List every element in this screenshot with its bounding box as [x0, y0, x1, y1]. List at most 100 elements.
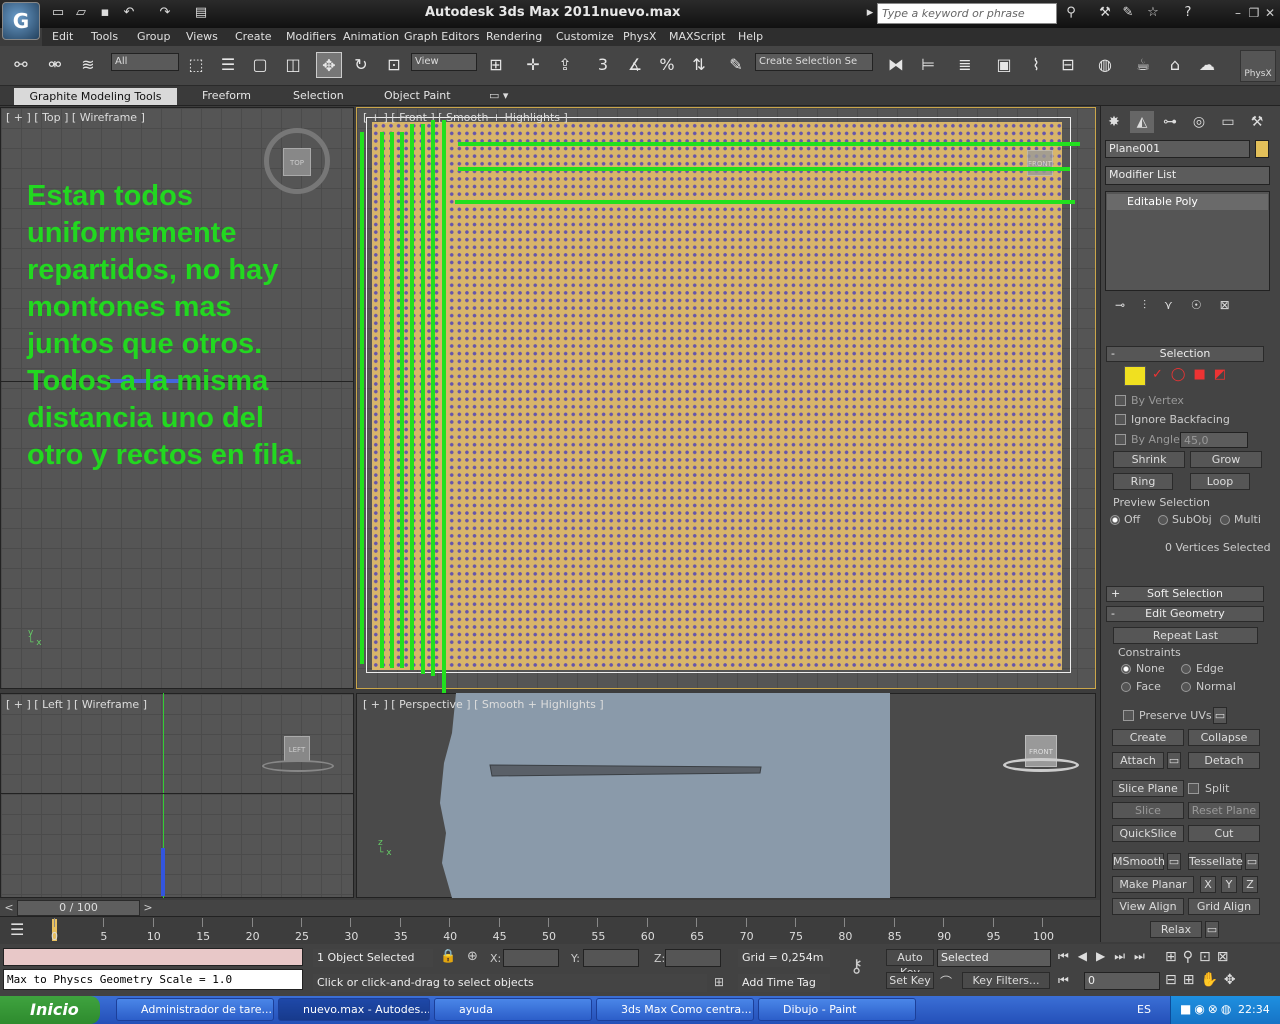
attach-settings-icon[interactable]: ▭ — [1167, 752, 1181, 769]
x-coord-field[interactable] — [503, 949, 559, 967]
render-setup-icon[interactable]: ☕ — [1130, 52, 1156, 78]
current-frame-field[interactable]: 0 — [1084, 972, 1160, 990]
viewport-left[interactable] — [0, 693, 354, 898]
select-object-icon[interactable]: ⬚ — [183, 52, 209, 78]
preserve-uvs-checkbox[interactable] — [1123, 710, 1134, 721]
add-time-tag-icon[interactable]: ⊞ — [714, 975, 724, 989]
display-panel-icon[interactable]: ▭ — [1216, 111, 1240, 133]
tab-freeform[interactable]: Freeform — [202, 89, 251, 102]
schematic-view-icon[interactable]: ⊟ — [1055, 52, 1081, 78]
tray-icons[interactable]: ■◉⊗◍ — [1180, 1002, 1234, 1016]
viewcube-front-icon[interactable]: FRONT — [1027, 150, 1053, 176]
redo-icon[interactable]: ↷ — [157, 5, 173, 21]
search-binoculars-icon[interactable]: ⚲ — [1063, 5, 1079, 21]
minimize-icon[interactable]: – — [1230, 5, 1246, 21]
keyboard-shortcut-icon[interactable]: ⇪ — [552, 52, 578, 78]
reset-plane-button[interactable]: Reset Plane — [1188, 802, 1260, 819]
collapse-button[interactable]: Collapse — [1188, 729, 1260, 746]
menu-animation[interactable]: Animation — [343, 30, 399, 43]
rollout-soft-selection[interactable]: + Soft Selection — [1106, 586, 1264, 602]
language-indicator[interactable]: ES — [1137, 1003, 1151, 1016]
preview-subobj-radio[interactable] — [1158, 515, 1168, 525]
tessellate-button[interactable]: Tessellate — [1188, 853, 1243, 870]
make-planar-button[interactable]: Make Planar — [1112, 876, 1194, 893]
menu-edit[interactable]: Edit — [52, 30, 73, 43]
cut-button[interactable]: Cut — [1188, 825, 1260, 842]
subobject-mode-icons[interactable]: ✓◯■◩ — [1152, 367, 1234, 382]
slice-button[interactable]: Slice — [1112, 802, 1184, 819]
viewport-navigation-icons[interactable]: ⊞⚲⊡⊠ — [1165, 949, 1234, 965]
modify-panel-icon[interactable]: ◭ — [1130, 111, 1154, 133]
object-color-swatch[interactable] — [1255, 140, 1269, 158]
repeat-last-button[interactable]: Repeat Last — [1113, 627, 1258, 644]
material-editor-icon[interactable]: ◍ — [1092, 52, 1118, 78]
viewport-front-label[interactable]: [ + ] [ Front ] [ Smooth + Highlights ] — [363, 111, 568, 124]
key-mode-toggle-icon[interactable]: ⏮ — [1058, 973, 1069, 988]
stack-tools-icons[interactable]: ⊸⫶⋎☉⊠ — [1115, 298, 1265, 314]
favorites-star-icon[interactable]: ☆ — [1145, 5, 1161, 21]
ignore-backfacing-checkbox[interactable] — [1115, 414, 1126, 425]
select-link-icon[interactable]: ⚯ — [8, 52, 34, 78]
absolute-offset-icon[interactable]: ⊕ — [467, 949, 478, 964]
relax-settings-icon[interactable]: ▭ — [1205, 921, 1219, 938]
reference-coordinate-dropdown[interactable]: View — [411, 53, 477, 71]
key-mode-dropdown[interactable]: Selected — [937, 949, 1051, 967]
physx-toolbar-button[interactable]: PhysX — [1240, 50, 1276, 82]
mirror-icon[interactable]: ⧓ — [883, 52, 909, 78]
taskbar-firefox[interactable]: 3ds Max Como centra... — [596, 998, 754, 1021]
spinner-snap-icon[interactable]: ⇅ — [686, 52, 712, 78]
menu-group[interactable]: Group — [137, 30, 171, 43]
planar-x-button[interactable]: X — [1200, 876, 1216, 893]
taskbar-ayuda-folder[interactable]: ayuda — [434, 998, 592, 1021]
rollout-selection[interactable]: - Selection — [1106, 346, 1264, 362]
planar-y-button[interactable]: Y — [1221, 876, 1237, 893]
modifier-list-dropdown[interactable]: Modifier List — [1105, 166, 1270, 185]
default-tangent-icon[interactable]: ⌒ — [940, 973, 952, 990]
select-by-name-icon[interactable]: ☰ — [215, 52, 241, 78]
by-vertex-checkbox[interactable] — [1115, 395, 1126, 406]
percent-snap-icon[interactable]: % — [654, 52, 680, 78]
open-file-icon[interactable]: ▱ — [73, 5, 89, 21]
viewcube-left-icon[interactable]: LEFT — [284, 736, 310, 762]
planar-z-button[interactable]: Z — [1242, 876, 1258, 893]
grow-button[interactable]: Grow — [1190, 451, 1262, 468]
project-folder-icon[interactable]: ▤ — [193, 5, 209, 21]
hierarchy-panel-icon[interactable]: ⊶ — [1158, 111, 1182, 133]
set-key-button[interactable]: Set Key — [886, 972, 934, 989]
search-input[interactable]: Type a keyword or phrase — [877, 3, 1057, 24]
set-key-icon[interactable]: ⚷ — [850, 956, 863, 977]
menu-rendering[interactable]: Rendering — [486, 30, 542, 43]
relax-button[interactable]: Relax — [1150, 921, 1202, 938]
taskbar-3dsmax[interactable]: nuevo.max - Autodes... — [278, 998, 430, 1021]
menu-physx[interactable]: PhysX — [623, 30, 656, 43]
unlink-icon[interactable]: ⚮ — [42, 52, 68, 78]
attach-button[interactable]: Attach — [1112, 752, 1164, 769]
add-time-tag-button[interactable]: Add Time Tag — [738, 974, 830, 992]
render-production-icon[interactable]: ☁ — [1194, 52, 1220, 78]
edit-named-selection-icon[interactable]: ✎ — [723, 52, 749, 78]
snaps-toggle-icon[interactable]: 3 — [590, 52, 616, 78]
time-next-button[interactable]: > — [141, 901, 155, 915]
rectangular-selection-icon[interactable]: ▢ — [247, 52, 273, 78]
auto-key-button[interactable]: Auto Key — [886, 949, 934, 979]
loop-button[interactable]: Loop — [1190, 473, 1250, 490]
menu-customize[interactable]: Customize — [556, 30, 614, 43]
rollout-edit-geometry[interactable]: - Edit Geometry — [1106, 606, 1264, 622]
preview-multi-radio[interactable] — [1220, 515, 1230, 525]
time-slider-thumb[interactable]: 0 / 100 — [17, 900, 140, 916]
close-icon[interactable]: ✕ — [1262, 5, 1278, 21]
viewport-perspective-label[interactable]: [ + ] [ Perspective ] [ Smooth + Highlig… — [363, 698, 604, 711]
subscription-icon[interactable]: ⚒ — [1097, 5, 1113, 21]
viewcube-top-icon[interactable]: TOP — [283, 148, 311, 176]
menu-create[interactable]: Create — [235, 30, 272, 43]
window-crossing-icon[interactable]: ◫ — [280, 52, 306, 78]
curve-editor-icon[interactable]: ⌇ — [1023, 52, 1049, 78]
constraint-none-radio[interactable] — [1121, 664, 1131, 674]
shrink-button[interactable]: Shrink — [1113, 451, 1185, 468]
preserve-uvs-settings-icon[interactable]: ▭ — [1213, 707, 1227, 724]
menu-maxscript[interactable]: MAXScript — [669, 30, 725, 43]
maxscript-output[interactable]: Max to Physcs Geometry Scale = 1.0 — [3, 969, 303, 990]
constraint-edge-radio[interactable] — [1181, 664, 1191, 674]
ring-button[interactable]: Ring — [1113, 473, 1173, 490]
create-panel-icon[interactable]: ✸ — [1102, 111, 1126, 133]
